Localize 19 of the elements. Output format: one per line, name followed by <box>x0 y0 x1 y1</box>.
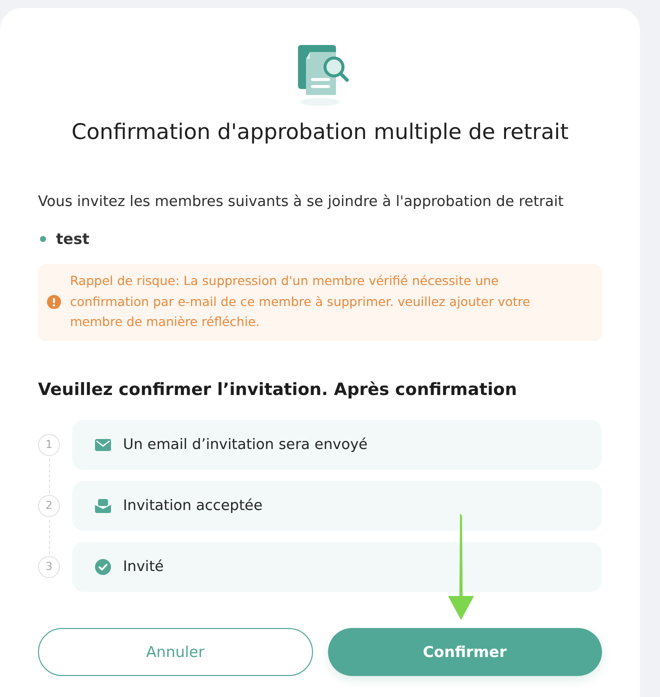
step-label: Invité <box>123 558 164 574</box>
step-label: Invitation acceptée <box>123 498 263 514</box>
step-number: 2 <box>38 494 60 516</box>
intro-text: Vous invitez les membres suivants à se joindre à l'approbation de retrait <box>38 193 564 212</box>
bullet-icon <box>40 236 46 242</box>
step-number: 1 <box>38 434 60 456</box>
envelope-icon <box>95 438 111 450</box>
dialog-title: Confirmation d'approbation multiple de retrait <box>71 119 569 147</box>
warning-icon <box>47 294 61 309</box>
steps-heading: Veuillez confirmer l’invitation. Après confirmation <box>38 378 517 402</box>
member-name: test <box>56 229 90 250</box>
down-arrow-icon <box>448 514 474 620</box>
cancel-button[interactable]: Annuler <box>38 628 312 676</box>
check-circle-icon <box>95 558 111 574</box>
confirm-button[interactable]: Confirmer <box>328 628 602 676</box>
step-number: 3 <box>38 556 60 578</box>
envelope-letter-icon <box>95 498 111 512</box>
risk-notice-text: Rappel de risque: La suppression d'un membre vérifié nécessite une confirmation par e-mail de ce membre à supprimer. veuillez ajouter votre membre de manière réfléchie. <box>70 272 532 331</box>
step-label: Un email d’invitation sera envoyé <box>123 436 368 452</box>
